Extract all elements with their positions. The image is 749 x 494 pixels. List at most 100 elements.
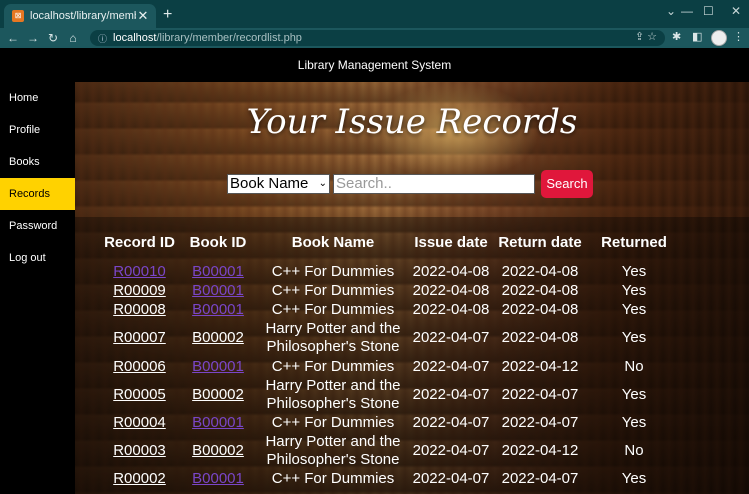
book-id-link[interactable]: B00001 xyxy=(192,301,244,318)
issue-date-cell: 2022-04-08 xyxy=(412,262,490,280)
book-id-link[interactable]: B00002 xyxy=(192,442,244,459)
search-button[interactable]: Search xyxy=(541,170,593,198)
book-name-cell: Harry Potter and the Philosopher's Stone xyxy=(265,320,401,356)
table-row: R00008 B00001 C++ For Dummies 2022-04-08 202… xyxy=(103,301,684,320)
record-id-cell: R00003 xyxy=(103,432,176,469)
sidebar-item-logout[interactable]: Log out xyxy=(0,242,75,274)
book-id-cell: B00001 xyxy=(176,262,260,281)
issue-date-cell: 2022-04-07 xyxy=(412,329,490,347)
maximize-icon[interactable]: ☐ xyxy=(703,4,714,18)
returned-cell: Yes xyxy=(621,413,647,431)
search-field-select[interactable]: Book Name ⌄ xyxy=(227,174,330,194)
browser-toolbar: ← → ↻ ⌂ ⓘ localhost/library/member/recor… xyxy=(0,28,749,48)
browser-tab[interactable]: ⊠ localhost/library/member/recordl ✕ xyxy=(4,4,156,28)
close-tab-icon[interactable]: ✕ xyxy=(136,8,150,24)
main-content: Your Issue Records Book Name ⌄ Search.. … xyxy=(75,82,749,494)
table-header-row: Record ID Book ID Book Name Issue date R… xyxy=(103,222,684,262)
returned-cell: Yes xyxy=(621,329,647,347)
book-id-link[interactable]: B00001 xyxy=(192,470,244,487)
record-id-link[interactable]: R00010 xyxy=(113,263,166,280)
return-date-cell: 2022-04-07 xyxy=(501,385,579,403)
tab-title: localhost/library/member/recordl xyxy=(30,10,136,22)
record-id-cell: R00005 xyxy=(103,376,176,413)
record-id-cell: R00002 xyxy=(103,469,176,488)
return-date-cell: 2022-04-12 xyxy=(501,357,579,375)
chevron-down-icon[interactable]: ⌄ xyxy=(666,4,676,18)
table-row: R00003 B00002 Harry Potter and the Philoso… xyxy=(103,432,684,469)
site-header: Library Management System xyxy=(0,48,749,82)
address-bar[interactable]: ⓘ localhost/library/member/recordlist.ph… xyxy=(90,30,665,46)
book-id-cell: B00002 xyxy=(176,320,260,357)
record-id-cell: R00010 xyxy=(103,262,176,281)
forward-icon[interactable]: → xyxy=(23,31,43,45)
book-name-cell: C++ For Dummies xyxy=(271,470,395,488)
table-row: R00010 B00001 C++ For Dummies 2022-04-08 202… xyxy=(103,262,684,281)
table-row: R00005 B00002 Harry Potter and the Philoso… xyxy=(103,376,684,413)
sidebar-item-home[interactable]: Home xyxy=(0,82,75,114)
record-id-link[interactable]: R00002 xyxy=(113,470,166,487)
returned-cell: No xyxy=(624,441,644,459)
record-id-link[interactable]: R00005 xyxy=(113,386,166,403)
profile-avatar[interactable] xyxy=(711,30,727,46)
book-id-link[interactable]: B00001 xyxy=(192,282,244,299)
chevron-down-icon: ⌄ xyxy=(318,178,327,189)
record-id-cell: R00004 xyxy=(103,413,176,432)
record-id-link[interactable]: R00007 xyxy=(113,329,166,346)
returned-cell: Yes xyxy=(621,385,647,403)
book-id-link[interactable]: B00001 xyxy=(192,414,244,431)
sidebar-item-books[interactable]: Books xyxy=(0,146,75,178)
xampp-favicon-icon: ⊠ xyxy=(12,10,24,22)
book-id-link[interactable]: B00002 xyxy=(192,386,244,403)
issue-date-cell: 2022-04-07 xyxy=(412,385,490,403)
record-id-link[interactable]: R00004 xyxy=(113,414,166,431)
return-date-cell: 2022-04-07 xyxy=(501,470,579,488)
record-id-link[interactable]: R00009 xyxy=(113,282,166,299)
records-table: Record ID Book ID Book Name Issue date R… xyxy=(103,222,684,489)
book-id-cell: B00001 xyxy=(176,413,260,432)
record-id-link[interactable]: R00006 xyxy=(113,358,166,375)
home-icon[interactable]: ⌂ xyxy=(63,31,83,45)
record-id-link[interactable]: R00003 xyxy=(113,442,166,459)
url-host: localhost xyxy=(113,32,157,44)
share-and-bookmark-icons[interactable]: ⇪ ☆ xyxy=(635,30,657,43)
book-id-cell: B00002 xyxy=(176,432,260,469)
search-input[interactable]: Search.. xyxy=(333,174,535,194)
sidebar-item-password[interactable]: Password xyxy=(0,210,75,242)
side-panel-icon[interactable]: ◧ xyxy=(692,30,702,43)
sidebar: Home Profile Books Records Password Log … xyxy=(0,82,75,494)
header-record-id: Record ID xyxy=(104,233,175,251)
table-row: R00004 B00001 C++ For Dummies 2022-04-07 202… xyxy=(103,413,684,432)
book-id-link[interactable]: B00001 xyxy=(192,358,244,375)
menu-icon[interactable]: ⋮ xyxy=(733,30,744,43)
book-id-link[interactable]: B00002 xyxy=(192,329,244,346)
back-icon[interactable]: ← xyxy=(3,31,23,45)
book-name-cell: Harry Potter and the Philosopher's Stone xyxy=(265,376,401,412)
return-date-cell: 2022-04-08 xyxy=(501,281,579,299)
return-date-cell: 2022-04-07 xyxy=(501,413,579,431)
extensions-icon[interactable]: ✱ xyxy=(672,30,681,43)
book-name-cell: C++ For Dummies xyxy=(271,413,395,431)
page-title: Your Issue Records xyxy=(246,102,578,142)
sidebar-item-profile[interactable]: Profile xyxy=(0,114,75,146)
returned-cell: Yes xyxy=(621,281,647,299)
info-icon[interactable]: ⓘ xyxy=(98,32,107,45)
minimize-icon[interactable]: — xyxy=(681,4,693,18)
return-date-cell: 2022-04-12 xyxy=(501,441,579,459)
header-book-name: Book Name xyxy=(291,233,375,251)
book-id-cell: B00002 xyxy=(176,376,260,413)
sidebar-item-records[interactable]: Records xyxy=(0,178,75,210)
new-tab-icon[interactable]: + xyxy=(163,6,172,24)
record-id-link[interactable]: R00008 xyxy=(113,301,166,318)
close-window-icon[interactable]: ✕ xyxy=(731,4,741,18)
returned-cell: Yes xyxy=(621,301,647,319)
book-name-cell: C++ For Dummies xyxy=(271,281,395,299)
book-name-cell: C++ For Dummies xyxy=(271,262,395,280)
record-id-cell: R00009 xyxy=(103,281,176,300)
returned-cell: Yes xyxy=(621,470,647,488)
book-id-link[interactable]: B00001 xyxy=(192,263,244,280)
book-id-cell: B00001 xyxy=(176,281,260,300)
reload-icon[interactable]: ↻ xyxy=(43,31,63,45)
header-book-id: Book ID xyxy=(189,233,247,251)
issue-date-cell: 2022-04-07 xyxy=(412,357,490,375)
search-row: Book Name ⌄ Search.. Search xyxy=(227,170,593,198)
